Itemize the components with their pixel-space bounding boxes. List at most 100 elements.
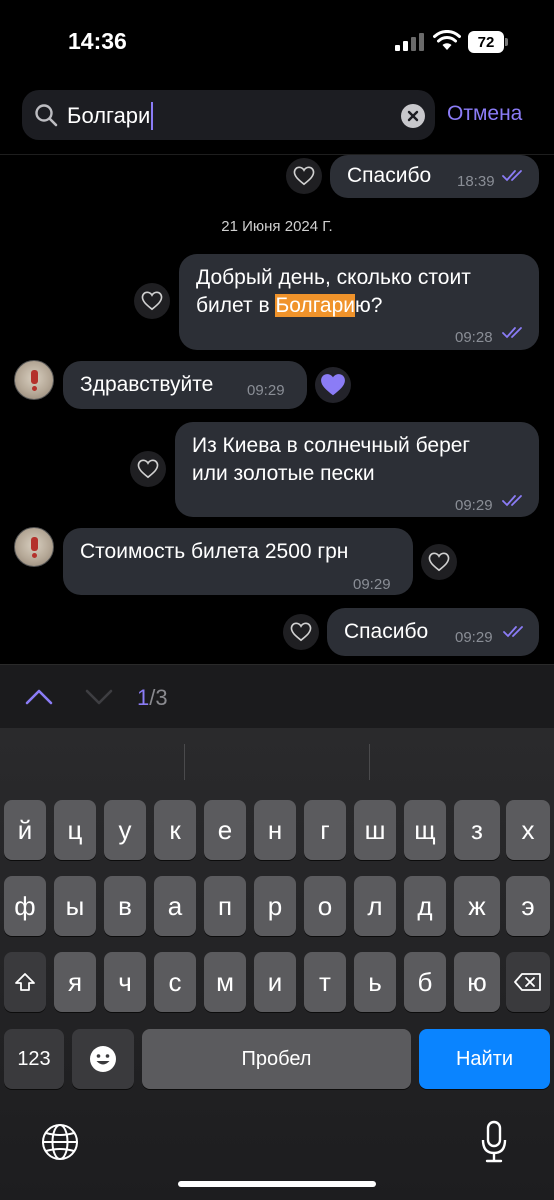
heart-outline-icon: [428, 552, 450, 572]
key-б[interactable]: б: [404, 952, 446, 1012]
key-м[interactable]: м: [204, 952, 246, 1012]
read-checkmarks-icon: [503, 626, 523, 638]
key-в[interactable]: в: [104, 876, 146, 936]
numbers-key[interactable]: 123: [4, 1029, 64, 1089]
avatar[interactable]: [14, 360, 54, 400]
message-bubble-outgoing[interactable]: Из Киева в солнечный берег или золотые п…: [175, 422, 539, 517]
cellular-signal-icon: [395, 33, 424, 51]
key-щ[interactable]: щ: [404, 800, 446, 860]
key-к[interactable]: к: [154, 800, 196, 860]
heart-outline-icon: [141, 291, 163, 311]
key-з[interactable]: з: [454, 800, 500, 860]
status-bar: 14:36 72: [0, 0, 554, 80]
message-bubble-outgoing[interactable]: Добрый день, сколько стоит билет в Болга…: [179, 254, 539, 350]
suggestion-divider: [184, 744, 185, 780]
space-key[interactable]: Пробел: [142, 1029, 411, 1089]
like-button[interactable]: [421, 544, 457, 580]
home-indicator: [178, 1181, 376, 1187]
key-е[interactable]: е: [204, 800, 246, 860]
key-о[interactable]: о: [304, 876, 346, 936]
previous-result-button[interactable]: [24, 685, 54, 709]
message-bubble-incoming[interactable]: Здравствуйте 09:29: [63, 361, 307, 409]
status-time: 14:36: [68, 28, 127, 54]
message-bubble-incoming[interactable]: Стоимость билета 2500 грн 09:29: [63, 528, 413, 595]
backspace-key[interactable]: [506, 952, 550, 1012]
message-text: Здравствуйте: [80, 373, 214, 396]
key-я[interactable]: я: [54, 952, 96, 1012]
key-э[interactable]: э: [506, 876, 550, 936]
clear-search-button[interactable]: [401, 104, 425, 128]
shift-key[interactable]: [4, 952, 46, 1012]
search-highlight: Болгари: [275, 294, 355, 317]
key-ч[interactable]: ч: [104, 952, 146, 1012]
battery-icon: 72: [468, 31, 508, 53]
read-checkmarks-icon: [502, 327, 522, 339]
wifi-icon: [433, 30, 461, 50]
like-button[interactable]: [283, 614, 319, 650]
avatar[interactable]: [14, 527, 54, 567]
key-й[interactable]: й: [4, 800, 46, 860]
message-bubble-outgoing[interactable]: Спасибо 18:39: [330, 155, 539, 198]
key-ц[interactable]: ц: [54, 800, 96, 860]
key-с[interactable]: с: [154, 952, 196, 1012]
key-ы[interactable]: ы: [54, 876, 96, 936]
heart-outline-icon: [137, 459, 159, 479]
message-text: Из Киева в солнечный берег или золотые п…: [192, 434, 471, 485]
like-button[interactable]: [134, 283, 170, 319]
key-р[interactable]: р: [254, 876, 296, 936]
message-time: 09:29: [455, 629, 493, 646]
like-button[interactable]: [286, 158, 322, 194]
emoji-icon: [90, 1046, 116, 1072]
message-bubble-outgoing[interactable]: Спасибо 09:29: [327, 608, 539, 656]
backspace-icon: [514, 973, 541, 991]
key-л[interactable]: л: [354, 876, 396, 936]
key-ь[interactable]: ь: [354, 952, 396, 1012]
search-results-nav: 1/3: [0, 664, 554, 728]
close-icon: [407, 110, 419, 122]
result-counter: 1/3: [137, 685, 168, 710]
message-time: 09:28: [455, 329, 493, 346]
key-у[interactable]: у: [104, 800, 146, 860]
suggestion-divider: [369, 744, 370, 780]
cancel-button[interactable]: Отмена: [447, 102, 522, 126]
heart-outline-icon: [293, 166, 315, 186]
message-text: Спасибо: [344, 620, 429, 643]
battery-level: 72: [468, 31, 504, 53]
message-text: Добрый день, сколько стоит билет в Болга…: [196, 266, 471, 317]
search-query-text: Болгари: [67, 103, 151, 128]
search-go-key[interactable]: Найти: [419, 1029, 550, 1089]
key-ф[interactable]: ф: [4, 876, 46, 936]
key-х[interactable]: х: [506, 800, 550, 860]
key-ж[interactable]: ж: [454, 876, 500, 936]
next-result-button[interactable]: [84, 685, 114, 709]
key-г[interactable]: г: [304, 800, 346, 860]
like-button-active[interactable]: [315, 367, 351, 403]
key-т[interactable]: т: [304, 952, 346, 1012]
key-ю[interactable]: ю: [454, 952, 500, 1012]
emoji-key[interactable]: [72, 1029, 134, 1089]
message-time: 09:29: [455, 497, 493, 514]
message-time: 09:29: [353, 576, 391, 593]
read-checkmarks-icon: [502, 495, 522, 507]
date-separator: 21 Июня 2024 Г.: [221, 218, 333, 235]
message-time: 09:29: [247, 382, 285, 399]
heart-outline-icon: [290, 622, 312, 642]
key-а[interactable]: а: [154, 876, 196, 936]
text-cursor: [151, 102, 154, 130]
read-checkmarks-icon: [502, 170, 522, 182]
key-ш[interactable]: ш: [354, 800, 396, 860]
message-time: 18:39: [457, 173, 495, 190]
globe-icon[interactable]: [40, 1122, 80, 1162]
message-text: Стоимость билета 2500 грн: [80, 540, 349, 563]
like-button[interactable]: [130, 451, 166, 487]
search-input[interactable]: Болгари: [22, 90, 435, 140]
key-н[interactable]: н: [254, 800, 296, 860]
key-и[interactable]: и: [254, 952, 296, 1012]
search-icon: [35, 104, 58, 127]
microphone-icon[interactable]: [480, 1120, 508, 1164]
heart-filled-icon: [321, 374, 345, 396]
key-д[interactable]: д: [404, 876, 446, 936]
message-text: Спасибо: [347, 164, 432, 187]
shift-icon: [15, 973, 35, 991]
key-п[interactable]: п: [204, 876, 246, 936]
